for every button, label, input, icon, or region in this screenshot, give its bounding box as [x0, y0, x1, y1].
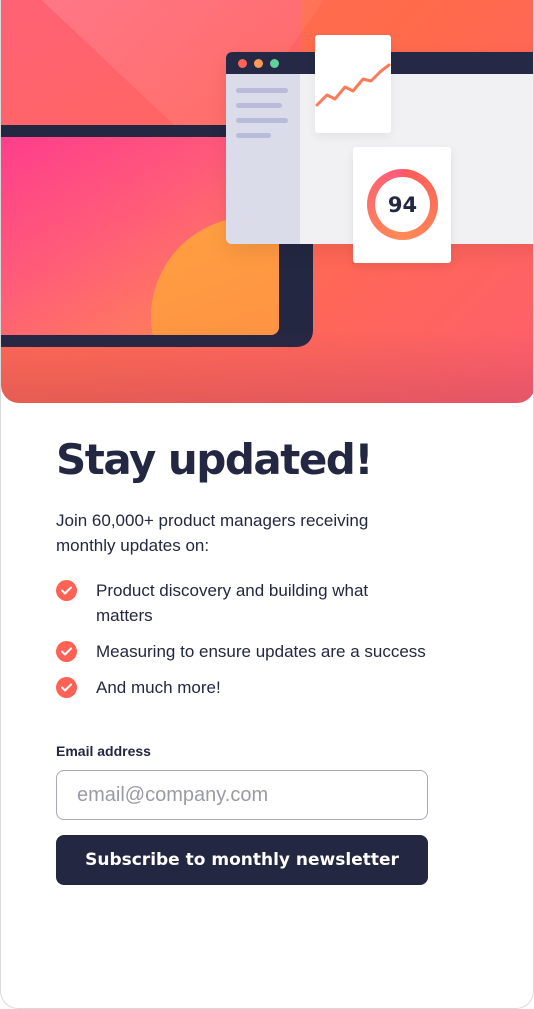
hero-shadow: [1, 330, 533, 403]
intro-text: Join 60,000+ product managers receiving …: [56, 511, 369, 555]
trend-line-icon: [315, 63, 391, 107]
minimize-dot-icon: [254, 59, 263, 68]
maximize-dot-icon: [270, 59, 279, 68]
feature-item: Product discovery and building what matt…: [56, 578, 396, 628]
sidebar-line: [236, 133, 271, 138]
close-dot-icon: [238, 59, 247, 68]
newsletter-card: 94 Stay updated! Join 60,000+ product ma…: [0, 0, 534, 1009]
feature-label: Measuring to ensure updates are a succes…: [96, 642, 426, 661]
score-value: 94: [387, 192, 418, 217]
sidebar-line: [236, 103, 282, 108]
feature-label: And much more!: [96, 678, 221, 697]
feature-label: Product discovery and building what matt…: [96, 581, 369, 625]
page-title: Stay updated!: [56, 435, 374, 484]
email-label: Email address: [56, 743, 151, 759]
check-icon: [56, 580, 77, 601]
trend-chart-card: [315, 35, 391, 133]
sidebar-line: [236, 88, 288, 93]
subscribe-button[interactable]: Subscribe to monthly newsletter: [56, 835, 428, 885]
score-card: 94: [353, 147, 451, 263]
check-icon: [56, 641, 77, 662]
sidebar-line: [236, 118, 288, 123]
email-input[interactable]: [56, 770, 428, 820]
check-icon: [56, 677, 77, 698]
feature-item: Measuring to ensure updates are a succes…: [56, 639, 426, 664]
browser-sidebar: [226, 74, 300, 244]
feature-item: And much more!: [56, 675, 221, 700]
hero-illustration: 94: [1, 0, 533, 403]
